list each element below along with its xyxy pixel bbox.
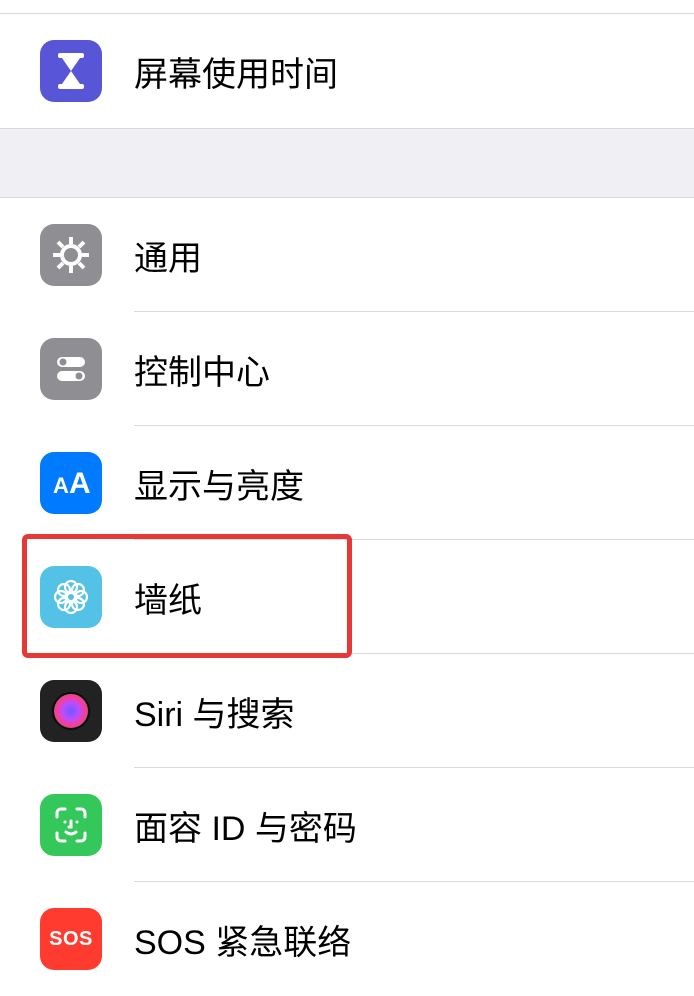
settings-group-2: 通用 控制中心 A A 显示与亮度 bbox=[0, 198, 694, 996]
row-faceid-passcode[interactable]: 面容 ID 与密码 bbox=[0, 768, 694, 882]
row-screen-time[interactable]: 屏幕使用时间 bbox=[0, 14, 694, 128]
faceid-icon bbox=[40, 794, 102, 856]
hourglass-icon bbox=[40, 40, 102, 102]
group-spacer bbox=[0, 128, 694, 198]
row-label: 墙纸 bbox=[134, 573, 202, 622]
text-size-icon: A A bbox=[40, 452, 102, 514]
row-label: 显示与亮度 bbox=[134, 459, 304, 508]
sos-icon: SOS bbox=[40, 908, 102, 970]
toggles-icon bbox=[40, 338, 102, 400]
siri-icon bbox=[40, 680, 102, 742]
row-wallpaper[interactable]: 墙纸 bbox=[0, 540, 694, 654]
row-display-brightness[interactable]: A A 显示与亮度 bbox=[0, 426, 694, 540]
row-control-center[interactable]: 控制中心 bbox=[0, 312, 694, 426]
row-label: Siri 与搜索 bbox=[134, 687, 295, 736]
row-label: 面容 ID 与密码 bbox=[134, 801, 357, 850]
svg-text:A: A bbox=[53, 473, 69, 498]
row-label: 控制中心 bbox=[134, 345, 270, 394]
flower-icon bbox=[40, 566, 102, 628]
row-general[interactable]: 通用 bbox=[0, 198, 694, 312]
row-label: 通用 bbox=[134, 231, 202, 280]
gear-icon bbox=[40, 224, 102, 286]
row-sos[interactable]: SOS SOS 紧急联络 bbox=[0, 882, 694, 996]
row-label: 屏幕使用时间 bbox=[134, 47, 338, 96]
partial-prev-group bbox=[0, 0, 694, 14]
sos-icon-text: SOS bbox=[49, 928, 93, 951]
svg-text:A: A bbox=[69, 467, 91, 500]
row-siri-search[interactable]: Siri 与搜索 bbox=[0, 654, 694, 768]
settings-group-1: 屏幕使用时间 bbox=[0, 14, 694, 128]
